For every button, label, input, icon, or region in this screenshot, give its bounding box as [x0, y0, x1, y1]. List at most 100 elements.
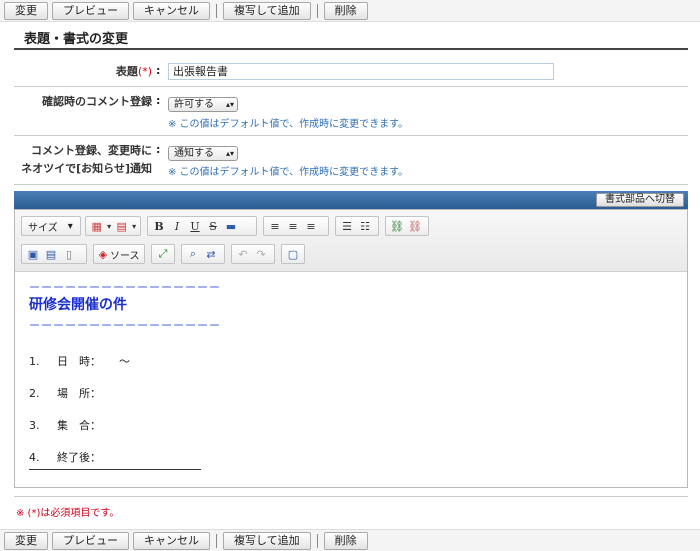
subject-label: 表題(*)	[116, 64, 152, 80]
required-note: ※ (*)は必須項目です。	[16, 508, 120, 519]
ordered-list-icon[interactable]: ☰	[338, 218, 356, 234]
replace-icon[interactable]: ⇄	[202, 246, 220, 262]
delete-button[interactable]: 削除	[323, 531, 368, 550]
cancel-button[interactable]: キャンセル	[133, 531, 210, 550]
subject-input[interactable]: 出張報告書	[168, 63, 554, 80]
list-item: 3. 集 合：	[29, 417, 119, 433]
list-group: ☰ ☷	[335, 216, 379, 236]
bottom-action-bar: 変更 プレビュー キャンセル 複写して追加 削除	[0, 529, 700, 551]
toolbar-separator	[216, 3, 217, 18]
top-action-bar: 変更 プレビュー キャンセル 複写して追加 削除	[0, 0, 700, 22]
row-divider	[14, 135, 688, 136]
list-item: 2. 場 所：	[29, 385, 119, 401]
title-divider	[14, 48, 688, 50]
source-label: ソース	[110, 250, 140, 262]
document-title: 研修会開催の件	[29, 297, 127, 313]
source-icon: ◈	[98, 247, 108, 261]
item-number: 4.	[29, 451, 40, 464]
page-title: 表題・書式の変更	[24, 32, 129, 47]
comment-select-value: 許可する	[174, 99, 214, 110]
select-arrows-icon: ▴▾	[225, 100, 234, 109]
select-all-icon[interactable]: ▢	[284, 246, 302, 262]
table-icon[interactable]: ▤	[113, 218, 130, 234]
required-mark: (*)	[137, 65, 152, 78]
item-label: 集 合：	[57, 419, 101, 432]
list-item: 4. 終了後：	[29, 449, 119, 465]
align-center-icon[interactable]: ≡	[284, 218, 302, 234]
change-button[interactable]: 変更	[4, 531, 48, 550]
bold-icon[interactable]: B	[150, 218, 168, 234]
preview-button[interactable]: プレビュー	[52, 1, 129, 20]
find-icon[interactable]: ⌕	[184, 246, 202, 262]
copy-add-button[interactable]: 複写して追加	[223, 531, 311, 550]
colon: :	[156, 64, 161, 77]
save-icon[interactable]: ▣	[24, 246, 42, 262]
colon: :	[156, 143, 161, 156]
chevron-down-icon[interactable]: ▾	[105, 218, 113, 234]
select-all-group: ▢	[281, 244, 305, 264]
subject-label-text: 表題	[115, 65, 138, 78]
item-label: 日 時：	[57, 355, 101, 368]
item-value: ～	[119, 355, 130, 368]
source-button[interactable]: ◈ ソース	[93, 244, 145, 264]
text-color-icon[interactable]: ▦	[88, 218, 105, 234]
redo-icon[interactable]: ↷	[252, 246, 270, 262]
colon: :	[156, 94, 161, 107]
link-icon[interactable]: ⛓	[388, 218, 406, 234]
copy-add-button[interactable]: 複写して追加	[223, 1, 311, 20]
chevron-down-icon[interactable]: ▾	[130, 218, 138, 234]
change-button[interactable]: 変更	[4, 1, 48, 20]
rich-text-editor: サイズ ▾ ▦ ▾ ▤ ▾ B I U S ▬ ≡ ≡ ≡ ☰ ☷ ⛓ ⛓ ▣ …	[14, 209, 688, 488]
font-size-label: サイズ	[28, 222, 58, 234]
undo-icon[interactable]: ↶	[234, 246, 252, 262]
item-number: 2.	[29, 387, 40, 400]
unlink-icon[interactable]: ⛓	[406, 218, 424, 234]
comment-select[interactable]: 許可する ▴▾	[168, 97, 238, 112]
template-icon[interactable]: ▤	[42, 246, 60, 262]
notify-select-value: 通知する	[174, 148, 214, 159]
editor-content[interactable]: ーーーーーーーーーーーーーーーー 研修会開催の件 ーーーーーーーーーーーーーーー…	[15, 273, 687, 487]
list-item: 1. 日 時： ～	[29, 353, 130, 369]
link-group: ⛓ ⛓	[385, 216, 429, 236]
undo-redo-group: ↶ ↷	[231, 244, 275, 264]
font-size-dropdown[interactable]: サイズ ▾	[21, 216, 81, 236]
editor-toolbar: サイズ ▾ ▦ ▾ ▤ ▾ B I U S ▬ ≡ ≡ ≡ ☰ ☷ ⛓ ⛓ ▣ …	[15, 210, 687, 272]
comment-hint: ※ この値はデフォルト値で、作成時に変更できます。	[168, 119, 409, 130]
switch-template-button[interactable]: 書式部品へ切替	[596, 193, 684, 207]
notify-hint: ※ この値はデフォルト値で、作成時に変更できます。	[168, 167, 409, 178]
notify-select[interactable]: 通知する ▴▾	[168, 146, 238, 161]
document-icon[interactable]: ▯	[60, 246, 78, 262]
align-left-icon[interactable]: ≡	[266, 218, 284, 234]
select-arrows-icon: ▴▾	[225, 149, 234, 158]
row-divider	[14, 86, 688, 87]
signature-line	[29, 469, 201, 470]
notify-label-line2: ネオツイで[お知らせ]通知	[21, 162, 152, 175]
italic-icon[interactable]: I	[168, 218, 186, 234]
unordered-list-icon[interactable]: ☷	[356, 218, 374, 234]
maximize-group: ⤢	[151, 244, 175, 264]
strikethrough-icon[interactable]: S	[204, 218, 222, 234]
color-table-group: ▦ ▾ ▤ ▾	[85, 216, 141, 236]
item-number: 1.	[29, 355, 40, 368]
align-right-icon[interactable]: ≡	[302, 218, 320, 234]
toolbar-separator	[316, 533, 318, 548]
chevron-down-icon: ▾	[67, 220, 73, 232]
horizontal-rule-icon[interactable]: ▬	[222, 218, 240, 234]
toolbar-separator	[216, 533, 217, 548]
text-style-group: B I U S ▬	[147, 216, 257, 236]
alignment-group: ≡ ≡ ≡	[263, 216, 329, 236]
preview-button[interactable]: プレビュー	[52, 531, 129, 550]
comment-label: 確認時のコメント登録	[42, 95, 152, 108]
underline-icon[interactable]: U	[186, 218, 204, 234]
insert-group: ▣ ▤ ▯	[21, 244, 87, 264]
row-divider	[14, 496, 688, 497]
editor-header: 書式部品へ切替	[14, 191, 688, 209]
cancel-button[interactable]: キャンセル	[133, 1, 210, 20]
item-number: 3.	[29, 419, 40, 432]
find-group: ⌕ ⇄	[181, 244, 225, 264]
toolbar-separator	[316, 3, 318, 18]
delete-button[interactable]: 削除	[323, 1, 368, 20]
item-label: 場 所：	[57, 387, 101, 400]
maximize-icon[interactable]: ⤢	[154, 246, 172, 262]
row-divider	[14, 184, 688, 185]
